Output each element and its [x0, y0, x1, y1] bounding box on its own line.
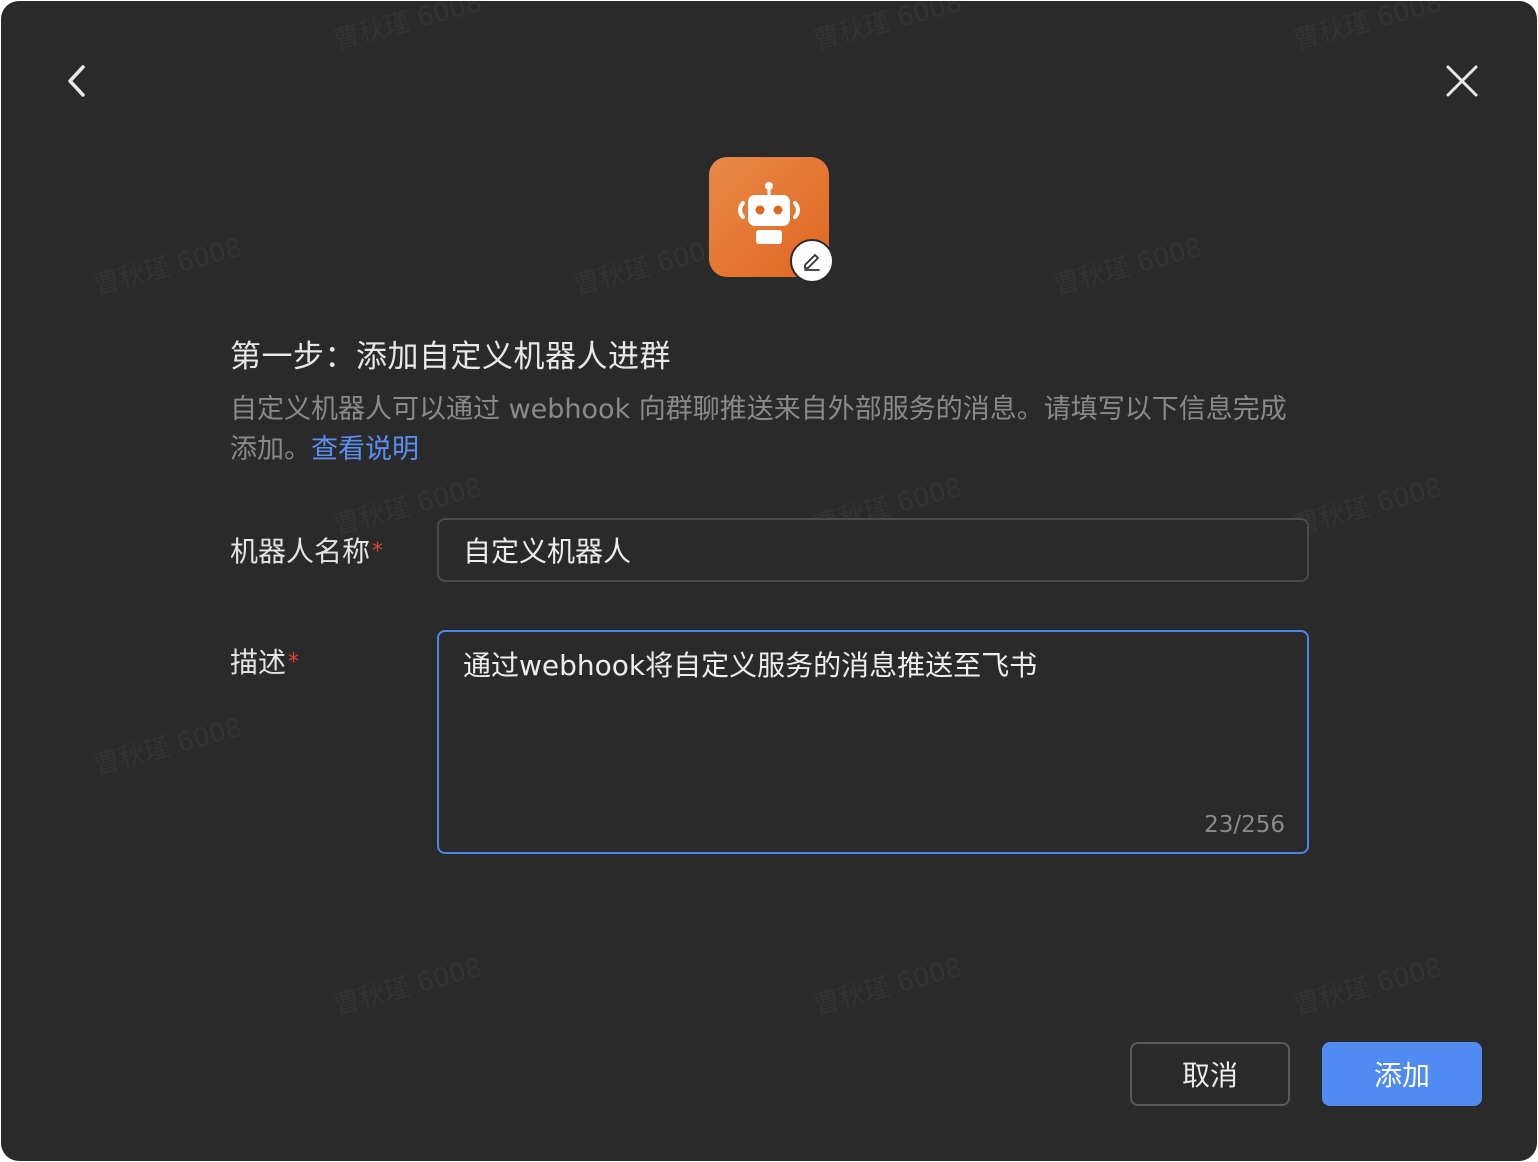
required-mark: * — [372, 539, 384, 564]
watermark: 曹秋瑾 6008 — [1289, 1, 1446, 57]
cancel-button[interactable]: 取消 — [1130, 1042, 1290, 1106]
close-icon — [1446, 65, 1478, 97]
chevron-left-icon — [68, 65, 85, 97]
bot-name-label: 机器人名称* — [230, 532, 383, 572]
watermark: 曹秋瑾 6008 — [329, 1, 486, 57]
bot-avatar-container[interactable] — [709, 157, 834, 283]
add-button[interactable]: 添加 — [1322, 1042, 1482, 1106]
back-button[interactable] — [57, 57, 97, 105]
watermark: 曹秋瑾 6008 — [809, 947, 966, 1022]
watermark: 曹秋瑾 6008 — [1289, 467, 1446, 542]
required-mark: * — [288, 650, 300, 675]
watermark: 曹秋瑾 6008 — [329, 947, 486, 1022]
bot-name-label-text: 机器人名称 — [230, 535, 371, 568]
watermark: 曹秋瑾 6008 — [1289, 947, 1446, 1022]
help-link[interactable]: 查看说明 — [311, 434, 419, 465]
bot-name-input[interactable] — [437, 518, 1309, 582]
watermark: 曹秋瑾 6008 — [1049, 227, 1206, 302]
description-label: 描述* — [230, 643, 299, 683]
watermark: 曹秋瑾 6008 — [89, 707, 246, 782]
pencil-icon — [804, 254, 820, 271]
add-bot-dialog: 曹秋瑾 6008 曹秋瑾 6008 曹秋瑾 6008 曹秋瑾 6008 曹秋瑾 … — [1, 1, 1537, 1161]
watermark: 曹秋瑾 6008 — [89, 227, 246, 302]
watermark: 曹秋瑾 6008 — [809, 1, 966, 57]
description-textarea[interactable]: 通过webhook将自定义服务的消息推送至飞书 — [439, 632, 1307, 802]
description-label-text: 描述 — [230, 646, 287, 679]
char-counter: 23/256 — [1204, 812, 1285, 838]
description-field[interactable]: 通过webhook将自定义服务的消息推送至飞书 23/256 — [437, 630, 1309, 854]
watermark: 曹秋瑾 6008 — [569, 227, 726, 302]
step-description: 自定义机器人可以通过 webhook 向群聊推送来自外部服务的消息。请填写以下信… — [230, 390, 1310, 470]
robot-icon — [738, 182, 800, 244]
edit-avatar-button[interactable] — [790, 239, 834, 283]
step-title: 第一步：添加自定义机器人进群 — [230, 339, 671, 375]
close-button[interactable] — [1438, 57, 1486, 105]
